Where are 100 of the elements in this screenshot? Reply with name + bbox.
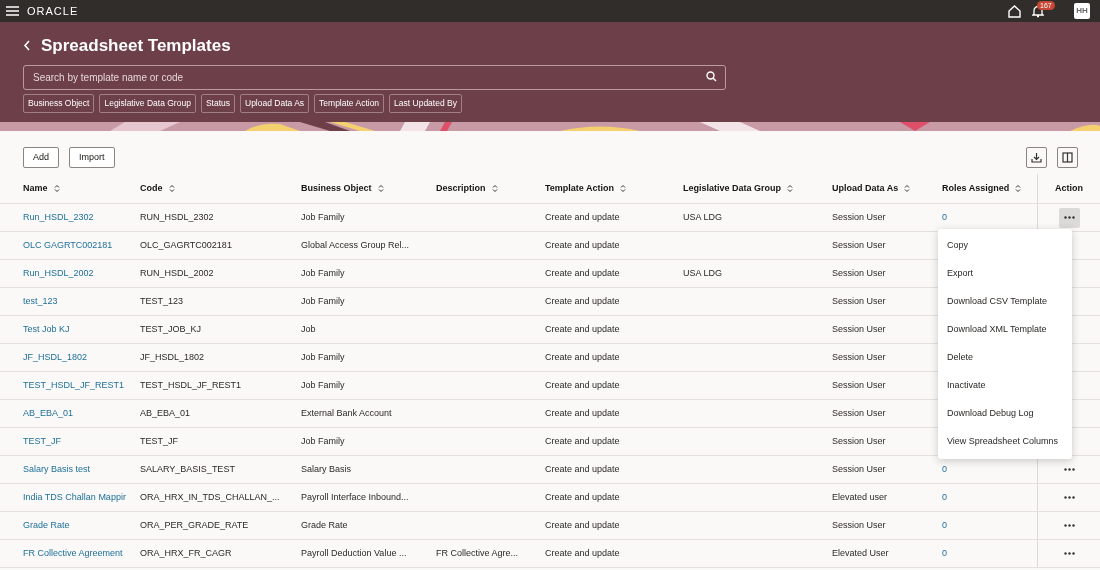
table-cell-text: Session User <box>832 434 886 448</box>
roles-count-link[interactable]: 0 <box>942 210 947 225</box>
template-name-link[interactable]: Run_HSDL_2302 <box>23 210 94 225</box>
more-actions-button[interactable] <box>1058 207 1080 228</box>
sort-icon[interactable] <box>377 184 384 193</box>
toolbar-button[interactable]: Add <box>23 147 59 168</box>
page-title: Spreadsheet Templates <box>41 36 231 54</box>
ellipsis-icon <box>1063 552 1075 555</box>
sort-icon[interactable] <box>491 184 498 193</box>
filter-chip[interactable]: Status <box>200 94 235 113</box>
columns-icon <box>1062 152 1073 163</box>
template-name-link[interactable]: Grade Rate <box>23 518 70 533</box>
table-cell-text: OLC_GAGRTC002181 <box>140 238 232 252</box>
table-cell-text: Job Family <box>301 210 345 224</box>
table-cell-text: Create and update <box>545 378 620 392</box>
table-cell-text: TEST_JF <box>140 434 178 448</box>
user-avatar[interactable]: HH <box>1074 3 1090 19</box>
ellipsis-icon <box>1063 496 1075 499</box>
sort-icon[interactable] <box>53 184 60 193</box>
column-header[interactable]: Description <box>436 181 486 196</box>
table-cell-text: Job Family <box>301 434 345 448</box>
table-cell-text: Session User <box>832 238 886 252</box>
table-cell-text: USA LDG <box>683 266 722 280</box>
menu-item[interactable]: Inactivate <box>938 372 1072 400</box>
column-header[interactable]: Template Action <box>545 181 614 196</box>
table-cell-text: TEST_HSDL_JF_REST1 <box>140 378 242 392</box>
column-header[interactable]: Legislative Data Group <box>683 181 782 196</box>
table-cell-text: Session User <box>832 378 886 392</box>
sort-icon[interactable] <box>620 184 626 193</box>
template-name-link[interactable]: OLC GAGRTC002181 <box>23 238 113 253</box>
sort-icon[interactable] <box>787 184 794 193</box>
sort-icon[interactable] <box>168 184 175 193</box>
sort-icon[interactable] <box>904 184 911 193</box>
table-cell-text: RUN_HSDL_2302 <box>140 210 214 224</box>
roles-count-link[interactable]: 0 <box>942 490 947 505</box>
filter-chip[interactable]: Legislative Data Group <box>99 94 196 113</box>
table-cell-text: Session User <box>832 266 886 280</box>
column-header[interactable]: Roles Assigned <box>942 181 1010 196</box>
column-header[interactable]: Business Object <box>301 181 372 196</box>
table-cell-text: FR Collective Agre... <box>436 546 519 560</box>
ellipsis-icon <box>1063 524 1075 527</box>
menu-icon[interactable] <box>6 6 19 16</box>
home-icon[interactable] <box>1008 4 1021 18</box>
table-cell-text: Session User <box>832 210 886 224</box>
menu-item[interactable]: Download CSV Template <box>938 288 1072 316</box>
menu-item[interactable]: View Spreadsheet Columns <box>938 428 1072 456</box>
table-cell-text: Session User <box>832 350 886 364</box>
template-name-link[interactable]: FR Collective Agreement <box>23 546 123 561</box>
table-cell-text: Create and update <box>545 238 620 252</box>
template-name-link[interactable]: Run_HSDL_2002 <box>23 266 94 281</box>
columns-button[interactable] <box>1057 147 1078 168</box>
table-cell-text: ORA_HRX_IN_TDS_CHALLAN_... <box>140 490 280 504</box>
table-cell-text: Job Family <box>301 266 345 280</box>
table-cell-text: RUN_HSDL_2002 <box>140 266 214 280</box>
menu-item[interactable]: Download XML Template <box>938 316 1072 344</box>
table-cell-text: Job <box>301 322 316 336</box>
template-name-link[interactable]: Salary Basis test <box>23 462 91 477</box>
roles-count-link[interactable]: 0 <box>942 546 947 561</box>
template-name-link[interactable]: AB_EBA_01 <box>23 406 74 421</box>
column-header[interactable]: Upload Data As <box>832 181 899 196</box>
download-button[interactable] <box>1026 147 1047 168</box>
filter-chip[interactable]: Last Updated By <box>389 94 462 113</box>
filter-chip[interactable]: Business Object <box>23 94 95 113</box>
sort-icon[interactable] <box>1015 184 1022 193</box>
search-field[interactable]: Search by template name or code <box>23 65 726 90</box>
table-cell-text: Job Family <box>301 350 345 364</box>
menu-item[interactable]: Copy <box>938 232 1072 260</box>
table-cell-text: Session User <box>832 294 886 308</box>
template-name-link[interactable]: TEST_HSDL_JF_REST1 <box>23 378 125 393</box>
brand-logo: ORACLE <box>27 5 79 17</box>
template-name-link[interactable]: TEST_JF <box>23 434 61 449</box>
table-cell-text: Session User <box>832 462 886 476</box>
table-cell-text: Session User <box>832 406 886 420</box>
filter-chip[interactable]: Template Action <box>314 94 385 113</box>
table-cell-text: Create and update <box>545 462 620 476</box>
template-name-link[interactable]: India TDS Challan Mappir <box>23 490 126 505</box>
search-icon[interactable] <box>706 71 717 82</box>
table-cell-text: Payroll Interface Inbound... <box>301 490 409 504</box>
menu-item[interactable]: Download Debug Log <box>938 400 1072 428</box>
back-icon[interactable] <box>23 39 31 51</box>
roles-count-link[interactable]: 0 <box>942 518 947 533</box>
column-header: Action <box>1055 181 1083 195</box>
download-icon <box>1031 152 1042 163</box>
template-name-link[interactable]: JF_HSDL_1802 <box>23 350 88 365</box>
toolbar-button[interactable]: Import <box>69 147 115 168</box>
filter-chip[interactable]: Upload Data As <box>240 94 310 113</box>
template-name-link[interactable]: test_123 <box>23 294 58 309</box>
menu-item[interactable]: Delete <box>938 344 1072 372</box>
table-cell-text: Create and update <box>545 210 620 224</box>
table-cell-text: Elevated user <box>832 490 888 504</box>
table-cell-text: Payroll Deduction Value ... <box>301 546 407 560</box>
column-header[interactable]: Code <box>140 181 163 196</box>
template-name-link[interactable]: Test Job KJ <box>23 322 70 337</box>
table-cell-text: Salary Basis <box>301 462 352 476</box>
table-cell-text: Elevated User <box>832 546 889 560</box>
table-cell-text: USA LDG <box>683 210 722 224</box>
table-cell-text: Create and update <box>545 406 620 420</box>
menu-item[interactable]: Export <box>938 260 1072 288</box>
column-header[interactable]: Name <box>23 181 48 196</box>
roles-count-link[interactable]: 0 <box>942 462 947 477</box>
